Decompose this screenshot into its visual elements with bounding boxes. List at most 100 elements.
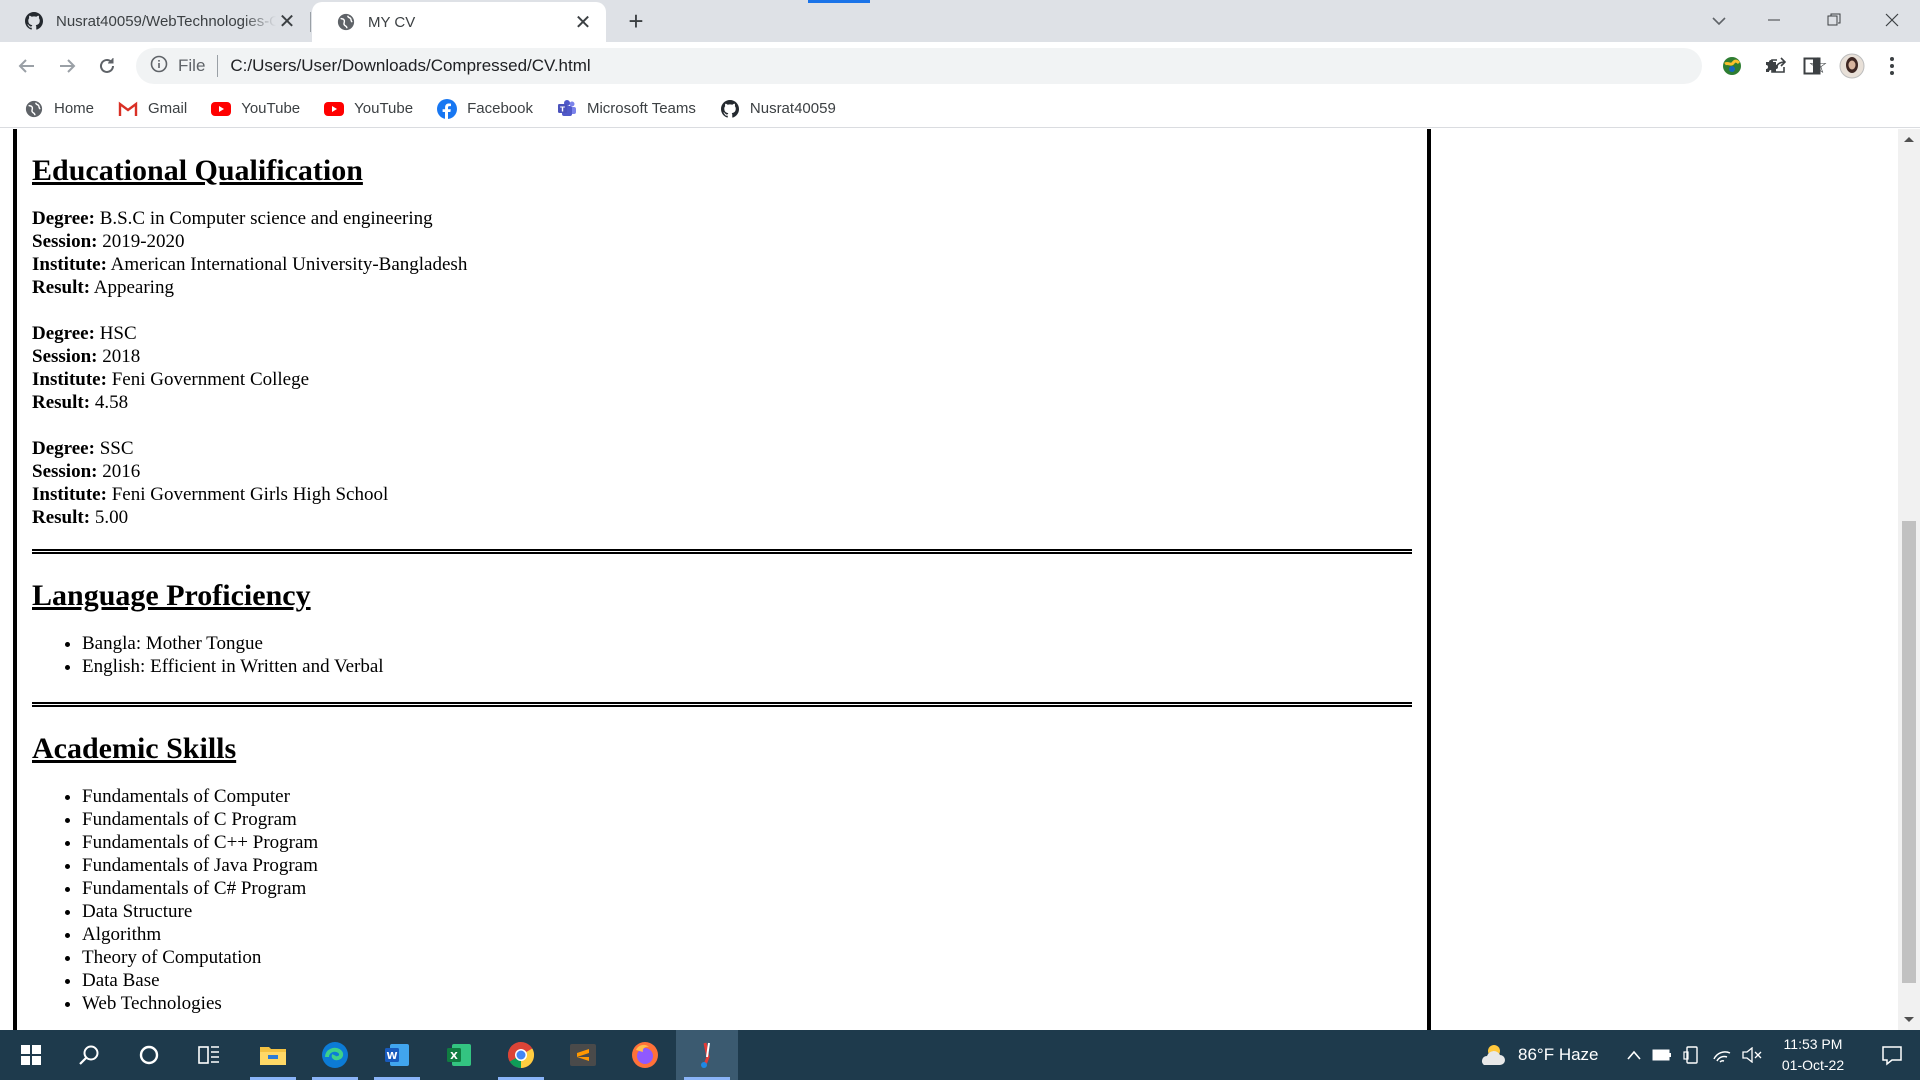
wifi-icon[interactable] [1710, 1043, 1734, 1067]
weather-widget[interactable]: 86°F Haze [1478, 1030, 1599, 1080]
skills-heading: Academic Skills [32, 732, 237, 765]
education-record: Degree: SSC Session: 2016 Institute: Fen… [32, 437, 1412, 529]
cv-content: Educational Qualification Degree: B.S.C … [32, 129, 1412, 1015]
session-value: 2019-2020 [102, 231, 185, 252]
weather-text: 86°F Haze [1518, 1045, 1599, 1064]
minimize-button[interactable] [1746, 0, 1802, 40]
partly-cloudy-icon [1478, 1041, 1506, 1069]
side-panel-icon[interactable] [1796, 50, 1828, 82]
windows-taskbar: W X 86°F Haze 11:53 PM 01-Oct-22 [0, 1030, 1920, 1080]
file-explorer-icon[interactable] [242, 1030, 304, 1080]
bookmark-label: Microsoft Teams [586, 100, 696, 117]
restore-button[interactable] [1806, 0, 1862, 40]
institute-label: Institute: [32, 254, 107, 275]
list-item: Algorithm [82, 923, 1412, 946]
bookmark-label: Facebook [467, 100, 533, 117]
kebab-menu-icon[interactable] [1876, 50, 1908, 82]
institute-value: Feni Government College [111, 369, 310, 390]
bookmark-nusrat40059[interactable]: Nusrat40059 [712, 94, 844, 124]
result-value: 4.58 [94, 392, 129, 413]
tab-title: Nusrat40059/WebTechnologies-C [56, 12, 276, 30]
site-info-button[interactable]: File [150, 55, 230, 78]
separator [217, 55, 219, 77]
address-bar[interactable]: File C:/Users/User/Downloads/Compressed/… [136, 48, 1828, 84]
scrollbar-thumb[interactable] [1902, 521, 1916, 983]
edge-icon[interactable] [304, 1030, 366, 1080]
facebook-icon [437, 98, 458, 119]
globe-icon [336, 12, 356, 32]
sublime-icon[interactable] [552, 1030, 614, 1080]
snipping-tool-icon[interactable] [676, 1030, 738, 1080]
browser-toolbar: File C:/Users/User/Downloads/Compressed/… [0, 42, 1920, 90]
new-tab-button[interactable]: + [622, 6, 650, 36]
result-label: Result: [32, 277, 91, 298]
tab-my-cv[interactable]: MY CV ✕ [312, 2, 606, 42]
list-item: Fundamentals of Computer [82, 785, 1412, 808]
degree-value: B.S.C in Computer science and engineerin… [99, 208, 433, 229]
education-record: Degree: HSC Session: 2018 Institute: Fen… [32, 322, 1412, 414]
cortana-icon[interactable] [118, 1030, 180, 1080]
puzzle-icon[interactable] [1756, 50, 1788, 82]
reload-button[interactable] [91, 50, 123, 82]
language-heading: Language Proficiency [32, 579, 311, 612]
degree-value: SSC [99, 438, 134, 459]
clock-date: 01-Oct-22 [1781, 1057, 1845, 1073]
device-icon[interactable] [1680, 1043, 1704, 1067]
bookmark-microsoft-teams[interactable]: T Microsoft Teams [549, 94, 704, 124]
tab-strip-accent [808, 0, 870, 3]
result-label: Result: [32, 507, 91, 528]
result-label: Result: [32, 392, 91, 413]
bookmark-gmail[interactable]: Gmail [110, 94, 195, 124]
education-heading: Educational Qualification [32, 154, 363, 187]
word-icon[interactable]: W [366, 1030, 428, 1080]
notification-center-icon[interactable] [1864, 1030, 1920, 1080]
youtube-icon [324, 99, 345, 119]
battery-icon[interactable] [1650, 1043, 1674, 1067]
chrome-icon[interactable] [490, 1030, 552, 1080]
excel-icon[interactable]: X [428, 1030, 490, 1080]
url-text[interactable]: C:/Users/User/Downloads/Compressed/CV.ht… [230, 56, 590, 76]
close-tab-icon[interactable]: ✕ [276, 10, 298, 33]
start-icon[interactable] [0, 1030, 62, 1080]
session-label: Session: [32, 461, 98, 482]
tab-github[interactable]: Nusrat40059/WebTechnologies-C ✕ [0, 0, 310, 42]
extension-icon[interactable] [1716, 50, 1748, 82]
bookmark-label: YouTube [241, 100, 301, 117]
list-item: English: Efficient in Written and Verbal [82, 655, 1412, 678]
globe-icon [24, 99, 44, 119]
close-window-button[interactable] [1864, 0, 1920, 40]
session-label: Session: [32, 231, 98, 252]
taskbar-clock[interactable]: 11:53 PM 01-Oct-22 [1770, 1034, 1856, 1076]
github-icon [24, 11, 44, 31]
bookmark-facebook[interactable]: Facebook [429, 94, 541, 124]
clock-time: 11:53 PM [1783, 1036, 1843, 1052]
bookmark-label: YouTube [354, 100, 414, 117]
scroll-down-arrow-icon[interactable] [1898, 1010, 1920, 1030]
list-item: Fundamentals of Java Program [82, 854, 1412, 877]
bookmark-home[interactable]: Home [16, 94, 102, 124]
tab-search-icon[interactable] [1706, 8, 1732, 34]
svg-text:W: W [386, 1051, 397, 1062]
task-view-icon[interactable] [178, 1030, 240, 1080]
skills-list: Fundamentals of Computer Fundamentals of… [32, 785, 1412, 1015]
close-tab-icon[interactable]: ✕ [572, 11, 594, 34]
volume-muted-icon[interactable] [1740, 1043, 1764, 1067]
vertical-scrollbar[interactable] [1898, 129, 1920, 1030]
bookmark-label: Gmail [148, 100, 188, 117]
list-item: Fundamentals of C Program [82, 808, 1412, 831]
language-list: Bangla: Mother Tongue English: Efficient… [32, 632, 1412, 678]
forward-button[interactable] [51, 50, 83, 82]
bookmark-youtube[interactable]: YouTube [316, 94, 421, 124]
tab-divider [310, 12, 311, 32]
back-button[interactable] [11, 50, 43, 82]
info-icon [150, 55, 168, 78]
firefox-icon[interactable] [614, 1030, 676, 1080]
result-value: Appearing [93, 277, 174, 298]
bookmark-youtube[interactable]: YouTube [203, 94, 308, 124]
scroll-up-arrow-icon[interactable] [1898, 129, 1920, 149]
search-icon[interactable] [58, 1030, 120, 1080]
page-viewport[interactable]: Educational Qualification Degree: B.S.C … [0, 129, 1898, 1030]
chevron-up-icon[interactable] [1622, 1043, 1646, 1067]
education-record: Degree: B.S.C in Computer science and en… [32, 207, 1412, 299]
profile-avatar[interactable] [1836, 50, 1868, 82]
